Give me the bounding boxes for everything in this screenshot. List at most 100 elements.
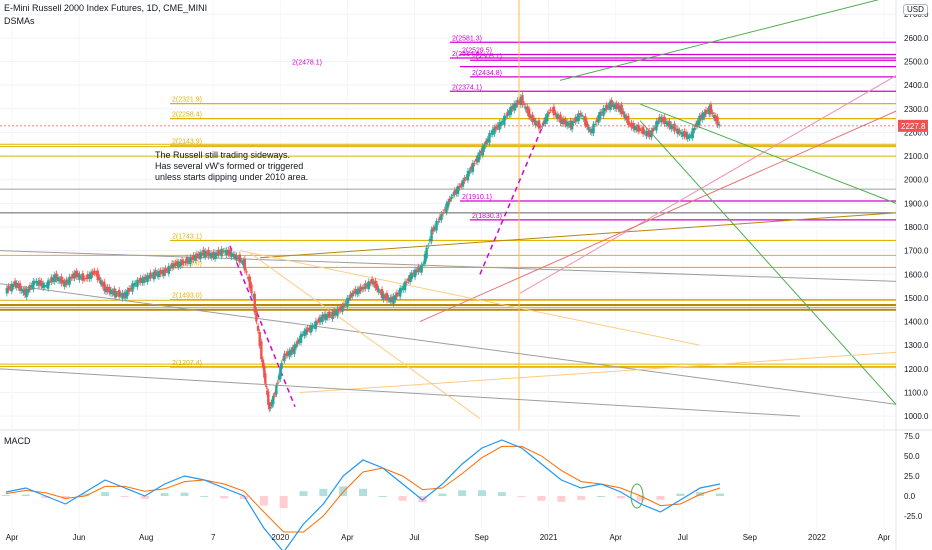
macd-tick-label: 50.0 xyxy=(904,452,920,461)
candle-body xyxy=(688,136,691,139)
candle-body xyxy=(450,196,453,199)
macd-histogram-bar xyxy=(121,496,129,497)
macd-label[interactable]: MACD xyxy=(4,436,31,446)
candle-body xyxy=(473,163,476,165)
x-tick-label: Sep xyxy=(743,533,758,542)
level-label: 2(2478.1) xyxy=(292,60,322,67)
macd-histogram-bar xyxy=(577,496,586,500)
candle-body xyxy=(250,284,253,294)
candle-body xyxy=(463,177,466,182)
candle-body xyxy=(580,114,584,117)
candle-body xyxy=(650,130,653,138)
candle-body xyxy=(716,116,719,126)
trend-line xyxy=(299,351,897,394)
macd-histogram-bar xyxy=(339,486,348,496)
x-tick-label: 2020 xyxy=(271,533,289,542)
y-tick-label: 2100.0 xyxy=(904,152,929,161)
macd-histogram-bar xyxy=(497,492,506,496)
indicator-label[interactable]: DSMAs xyxy=(4,16,35,26)
candle-body xyxy=(504,116,508,118)
candle-body xyxy=(539,126,542,128)
trend-lines xyxy=(0,0,897,430)
macd-histogram-bar xyxy=(299,491,308,496)
y-tick-label: 1700.0 xyxy=(904,247,929,256)
y-tick-label: 1500.0 xyxy=(904,294,929,303)
y-tick-label: 1000.0 xyxy=(904,412,929,421)
candle-body xyxy=(641,126,645,135)
chart-title[interactable]: E-Mini Russell 2000 Index Futures, 1D, C… xyxy=(4,3,207,13)
macd-histogram-bar xyxy=(676,493,685,496)
x-tick-label: 7 xyxy=(211,533,216,542)
macd-histogram-bar xyxy=(378,496,387,497)
candle-body xyxy=(488,133,491,143)
candle-body xyxy=(546,113,549,122)
candle-body xyxy=(461,180,465,187)
candle-body xyxy=(427,245,430,247)
macd-histogram-bar xyxy=(478,490,486,496)
candle-body xyxy=(478,152,481,160)
candle-body xyxy=(622,111,625,115)
candle-body xyxy=(656,120,660,125)
y-tick-label: 2600.0 xyxy=(904,34,929,43)
candle-body xyxy=(81,273,85,281)
macd-histogram-bar xyxy=(259,496,268,506)
candle-body xyxy=(280,363,283,369)
candle-body xyxy=(276,382,279,384)
macd-histogram-bar xyxy=(279,496,288,508)
macd-histogram-bar xyxy=(180,492,189,496)
macd-histogram-bar xyxy=(200,496,209,497)
y-tick-label: 1400.0 xyxy=(904,318,929,327)
macd-histogram-bar xyxy=(418,496,427,503)
candle-body xyxy=(255,310,258,322)
macd-histogram-bar xyxy=(220,496,229,499)
candle-body xyxy=(670,124,673,130)
y-tick-label: 1100.0 xyxy=(904,389,928,398)
trend-line xyxy=(0,283,897,405)
candle-body xyxy=(294,344,298,348)
candle-body xyxy=(521,95,524,105)
candle-body xyxy=(93,270,96,274)
candle-body xyxy=(275,385,278,395)
x-tick-label: Jun xyxy=(73,533,86,542)
candle-body xyxy=(118,289,121,297)
candle-body xyxy=(673,123,676,132)
level-label: 2(2321.9) xyxy=(172,97,202,104)
candle-body xyxy=(499,122,503,127)
trend-line xyxy=(559,0,880,81)
chart-canvas: 2(2581.3)2(2529.5)2(2505.1)2(2514.6)2(24… xyxy=(0,0,932,550)
candle-body xyxy=(711,112,714,115)
candle-body xyxy=(260,341,263,360)
macd-histogram-bar xyxy=(319,488,328,496)
candle-body xyxy=(314,320,318,329)
y-tick-label: 1800.0 xyxy=(904,223,929,232)
x-tick-label: Apr xyxy=(341,533,354,542)
macd-histogram-bar xyxy=(537,496,546,501)
candle-body xyxy=(693,127,696,131)
macd-tick-label: 0.0 xyxy=(904,492,916,501)
macd-histogram-bar xyxy=(616,496,625,499)
trend-line xyxy=(249,252,481,419)
candle-body xyxy=(446,201,450,208)
trend-line xyxy=(639,120,897,405)
y-tick-label: 2500.0 xyxy=(904,57,929,66)
candle-body xyxy=(440,213,443,220)
macd-histogram-bar xyxy=(398,496,407,501)
macd-histogram-bar xyxy=(458,490,467,496)
level-label: 2(2581.3) xyxy=(452,35,482,42)
currency-badge[interactable]: USD xyxy=(903,4,928,15)
level-label: 2(1493.0) xyxy=(172,293,202,300)
macd-histogram-bar xyxy=(21,494,30,496)
y-tick-label: 1900.0 xyxy=(904,199,929,208)
level-label: 2(2434.8) xyxy=(472,70,502,77)
chart-annotation: The Russell still trading sideways. Has … xyxy=(155,150,309,182)
chart-grid xyxy=(0,0,932,550)
level-label: 2(1830.3) xyxy=(472,213,502,220)
candle-body xyxy=(425,247,428,259)
x-tick-label: Apr xyxy=(878,533,891,542)
level-label: 2(2514.6) xyxy=(452,51,482,58)
macd-histogram-bar xyxy=(597,496,605,497)
candle-body xyxy=(220,248,223,257)
candle-body xyxy=(167,265,170,274)
candle-body xyxy=(264,373,267,384)
candle-body xyxy=(651,128,655,132)
